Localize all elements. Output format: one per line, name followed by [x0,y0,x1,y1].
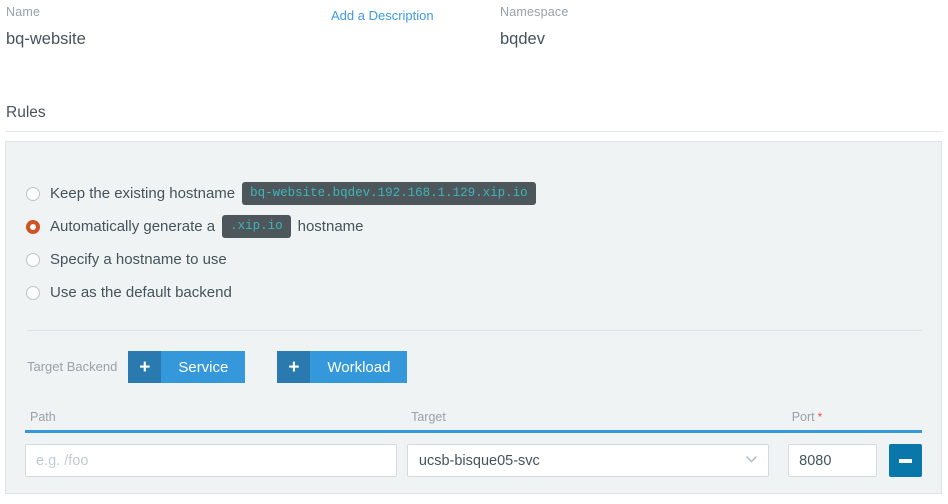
name-value: bq-website [6,30,86,48]
xipio-code-badge: .xip.io [222,215,291,238]
radio-option-keep-existing-hostname[interactable]: Keep the existing hostname bq-website.bq… [26,177,543,210]
radio-mark[interactable] [26,219,40,234]
radio-option-default-backend[interactable]: Use as the default backend [26,276,543,309]
column-header-target: Target [406,409,768,425]
remove-rule-button[interactable] [889,444,922,477]
radio-label: Keep the existing hostname [50,184,236,202]
namespace-value: bqdev [500,30,545,48]
radio-label-suffix: hostname [297,217,364,235]
rule-table-underline [25,430,922,433]
radio-option-specify-hostname[interactable]: Specify a hostname to use [26,243,543,276]
name-label: Name [6,5,41,19]
rules-panel: Keep the existing hostname bq-website.bq… [5,141,942,494]
header-meta-row: Name bq-website Add a Description Namesp… [0,0,948,80]
target-select[interactable]: ucsb-bisque05-svc [406,444,770,477]
column-header-port-label: Port [791,410,815,424]
path-input[interactable] [25,444,397,477]
plus-icon: + [128,351,162,383]
add-service-label: Service [161,351,246,383]
target-select-value: ucsb-bisque05-svc [418,452,540,469]
section-divider [6,131,943,132]
column-header-target-label: Target [411,410,446,424]
radio-mark[interactable] [26,186,40,201]
rules-section-title: Rules [6,104,46,121]
required-asterisk: * [817,410,823,424]
hostname-radio-group: Keep the existing hostname bq-website.bq… [26,177,543,309]
radio-label: Automatically generate a [50,217,216,235]
port-cell [788,444,877,477]
path-cell [25,444,397,477]
add-service-button[interactable]: + Service [128,351,246,383]
namespace-field: Namespace bqdev [500,4,569,50]
add-description-link[interactable]: Add a Description [331,8,434,24]
table-row: ucsb-bisque05-svc [25,444,922,477]
radio-mark[interactable] [26,285,40,300]
column-header-path: Path [25,409,396,425]
plus-icon: + [277,351,311,383]
target-backend-label: Target Backend [27,359,118,374]
column-header-port: Port * [787,409,879,425]
radio-option-auto-generate[interactable]: Automatically generate a .xip.io hostnam… [26,210,543,243]
row-action-cell [877,444,922,477]
rule-table-header: Path Target Port * [25,407,922,425]
radio-label: Use as the default backend [50,283,232,301]
radio-mark[interactable] [26,252,40,267]
hostname-code-badge: bq-website.bqdev.192.168.1.129.xip.io [242,182,536,205]
namespace-label: Namespace [500,5,569,19]
minus-icon [899,458,912,463]
target-backend-row: Target Backend + Service + Workload [27,351,439,383]
add-workload-label: Workload [310,351,408,383]
rule-table: Path Target Port* ucsb-bisque05-svc [25,407,922,477]
add-workload-button[interactable]: + Workload [277,351,408,383]
column-header-path-label: Path [30,410,56,424]
port-input[interactable] [788,444,877,477]
radio-label: Specify a hostname to use [50,250,227,268]
name-field: Name bq-website [6,4,86,50]
target-cell: ucsb-bisque05-svc [406,444,770,477]
panel-inner-divider [27,330,922,331]
